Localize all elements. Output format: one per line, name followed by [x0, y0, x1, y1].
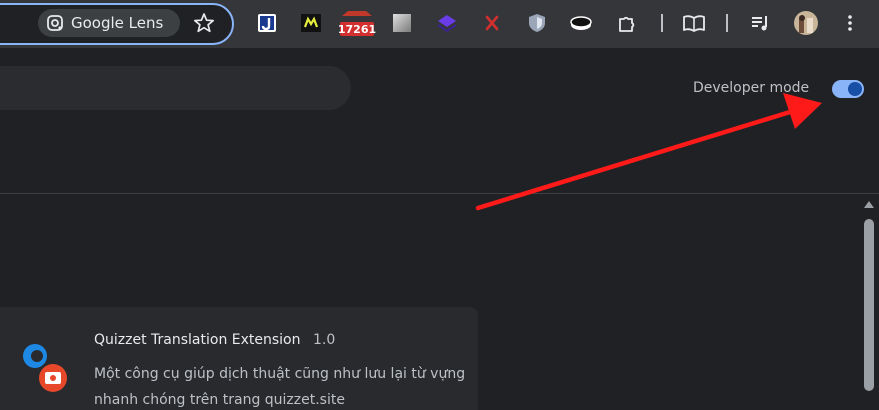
lens-icon [47, 15, 63, 31]
bookmark-star-icon[interactable] [193, 12, 215, 34]
browser-toolbar: Google Lens 17261 [0, 0, 879, 48]
quizzet-logo-icon [23, 344, 67, 392]
google-lens-label: Google Lens [71, 14, 164, 32]
header-divider [0, 193, 879, 194]
black-puck-extension-icon[interactable] [568, 10, 594, 36]
extension-version: 1.0 [313, 332, 336, 348]
grey-square-extension-icon[interactable] [389, 10, 415, 36]
toggle-knob [848, 82, 862, 96]
extension-badge-count: 17261 [338, 23, 376, 36]
search-extensions-input[interactable] [0, 66, 351, 110]
developer-mode-label: Developer mode [693, 80, 810, 96]
google-lens-chip[interactable]: Google Lens [38, 9, 180, 37]
ublock-badge-extension-icon[interactable]: 17261 [338, 10, 376, 36]
red-x-extension-icon[interactable] [479, 10, 505, 36]
media-queue-icon[interactable] [747, 10, 773, 36]
avatar[interactable] [793, 10, 819, 36]
puzzle-icon[interactable] [614, 10, 640, 36]
developer-mode-toggle[interactable] [832, 80, 864, 98]
jtag-extension-icon[interactable] [254, 10, 280, 36]
shield-extension-icon[interactable] [524, 10, 550, 36]
m-lightning-extension-icon[interactable] [298, 10, 324, 36]
purple-layers-extension-icon[interactable] [434, 10, 460, 36]
kebab-menu-icon[interactable] [837, 10, 863, 36]
scrollbar-thumb[interactable] [864, 219, 874, 391]
extension-name: Quizzet Translation Extension [94, 332, 301, 348]
extension-description: Một công cụ giúp dịch thuật cũng như lưu… [94, 366, 466, 408]
toolbar-separator [661, 14, 663, 32]
toolbar-separator [726, 14, 728, 32]
scroll-up-arrow-icon[interactable] [864, 201, 874, 208]
reading-list-icon[interactable] [681, 10, 707, 36]
